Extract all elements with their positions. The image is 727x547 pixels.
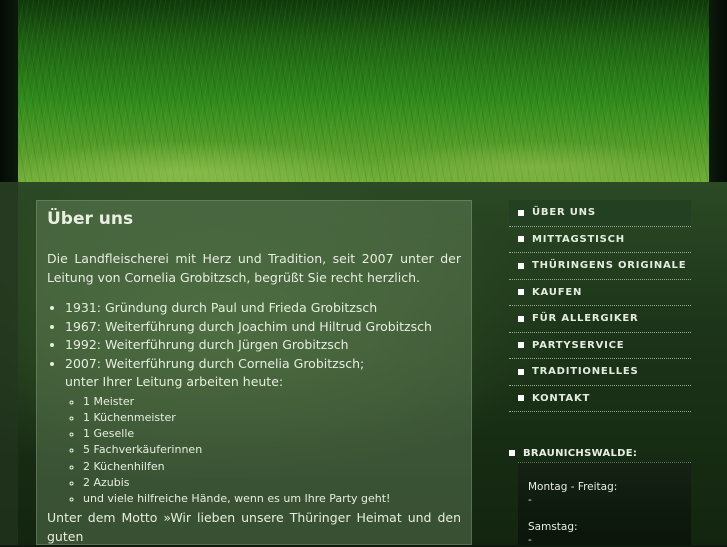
nav-item-label: TRADITIONELLES bbox=[532, 366, 639, 378]
opening-hours-box: Montag - Freitag: - Samstag: - bbox=[518, 462, 691, 546]
nav-item-kaufen[interactable]: KAUFEN bbox=[509, 280, 691, 306]
hours-label-weekdays: Montag - Freitag: bbox=[528, 481, 618, 493]
staff-item: und viele hilfreiche Hände, wenn es um I… bbox=[83, 491, 461, 507]
bullet-square-icon bbox=[518, 262, 524, 269]
staff-list: 1 Meister 1 Küchenmeister 1 Geselle 5 Fa… bbox=[65, 394, 461, 508]
history-list: 1931: Gründung durch Paul und Frieda Gro… bbox=[47, 299, 461, 508]
header-banner bbox=[0, 0, 727, 182]
history-item-text: 2007: Weiterführung durch Cornelia Grobi… bbox=[65, 355, 365, 371]
staff-item: 2 Azubis bbox=[83, 475, 461, 491]
hours-value-weekdays: - bbox=[528, 494, 532, 506]
bullet-square-icon bbox=[518, 395, 524, 402]
bullet-square-icon bbox=[518, 289, 524, 296]
nav-item-mittagstisch[interactable]: MITTAGSTISCH bbox=[509, 227, 691, 253]
backdrop-side-strip bbox=[0, 182, 18, 545]
banner-shade-left bbox=[0, 0, 18, 182]
nav-item-partyservice[interactable]: PARTYSERVICE bbox=[509, 333, 691, 359]
grass-banner-image bbox=[18, 0, 709, 182]
nav-item-label: KONTAKT bbox=[532, 392, 591, 404]
history-item: 1992: Weiterführung durch Jürgen Grobitz… bbox=[65, 336, 461, 355]
opening-hours-title: BRAUNICHSWALDE: bbox=[509, 444, 691, 462]
bullet-square-icon bbox=[518, 368, 524, 375]
staff-item: 1 Geselle bbox=[83, 426, 461, 442]
sidebar-nav: ÜBER UNS MITTAGSTISCH THÜRINGENS ORIGINA… bbox=[509, 200, 691, 412]
staff-intro: unter Ihrer Leitung arbeiten heute: bbox=[65, 374, 284, 389]
nav-item-fuer-allergiker[interactable]: FÜR ALLERGIKER bbox=[509, 306, 691, 333]
nav-item-label: KAUFEN bbox=[532, 286, 583, 298]
main-content-panel: Über uns Die Landfleischerei mit Herz un… bbox=[36, 200, 472, 545]
hours-value-saturday: - bbox=[528, 534, 532, 546]
intro-paragraph: Die Landfleischerei mit Herz und Traditi… bbox=[47, 251, 461, 285]
hours-label-saturday: Samstag: bbox=[528, 521, 578, 533]
staff-item: 1 Meister bbox=[83, 394, 461, 410]
nav-item-label: PARTYSERVICE bbox=[532, 339, 625, 351]
bullet-square-icon bbox=[518, 315, 524, 322]
history-item: 1931: Gründung durch Paul und Frieda Gro… bbox=[65, 299, 461, 318]
staff-item: 1 Küchenmeister bbox=[83, 410, 461, 426]
history-item-current: 2007: Weiterführung durch Cornelia Grobi… bbox=[65, 355, 461, 508]
motto-paragraph: Unter dem Motto »Wir lieben unsere Thüri… bbox=[47, 509, 461, 544]
bullet-square-icon bbox=[518, 236, 524, 243]
nav-item-label: MITTAGSTISCH bbox=[532, 233, 625, 245]
history-item: 1967: Weiterführung durch Joachim und Hi… bbox=[65, 318, 461, 337]
nav-item-kontakt[interactable]: KONTAKT bbox=[509, 386, 691, 412]
box-title-label: BRAUNICHSWALDE: bbox=[523, 447, 638, 459]
banner-shade-right bbox=[709, 0, 727, 182]
bullet-square-icon bbox=[509, 450, 515, 456]
bullet-square-icon bbox=[518, 209, 524, 216]
page-title: Über uns bbox=[47, 209, 134, 229]
bullet-square-icon bbox=[518, 342, 524, 349]
nav-item-thueringens-originale[interactable]: THÜRINGENS ORIGINALE bbox=[509, 253, 691, 280]
nav-item-label: ÜBER UNS bbox=[532, 207, 596, 219]
staff-item: 5 Fachverkäuferinnen bbox=[83, 442, 461, 458]
staff-item: 2 Küchenhilfen bbox=[83, 459, 461, 475]
nav-item-label: THÜRINGENS ORIGINALE bbox=[532, 260, 687, 272]
nav-item-ueber-uns[interactable]: ÜBER UNS bbox=[509, 200, 691, 227]
nav-item-traditionelles[interactable]: TRADITIONELLES bbox=[509, 359, 691, 386]
nav-item-label: FÜR ALLERGIKER bbox=[532, 313, 639, 325]
